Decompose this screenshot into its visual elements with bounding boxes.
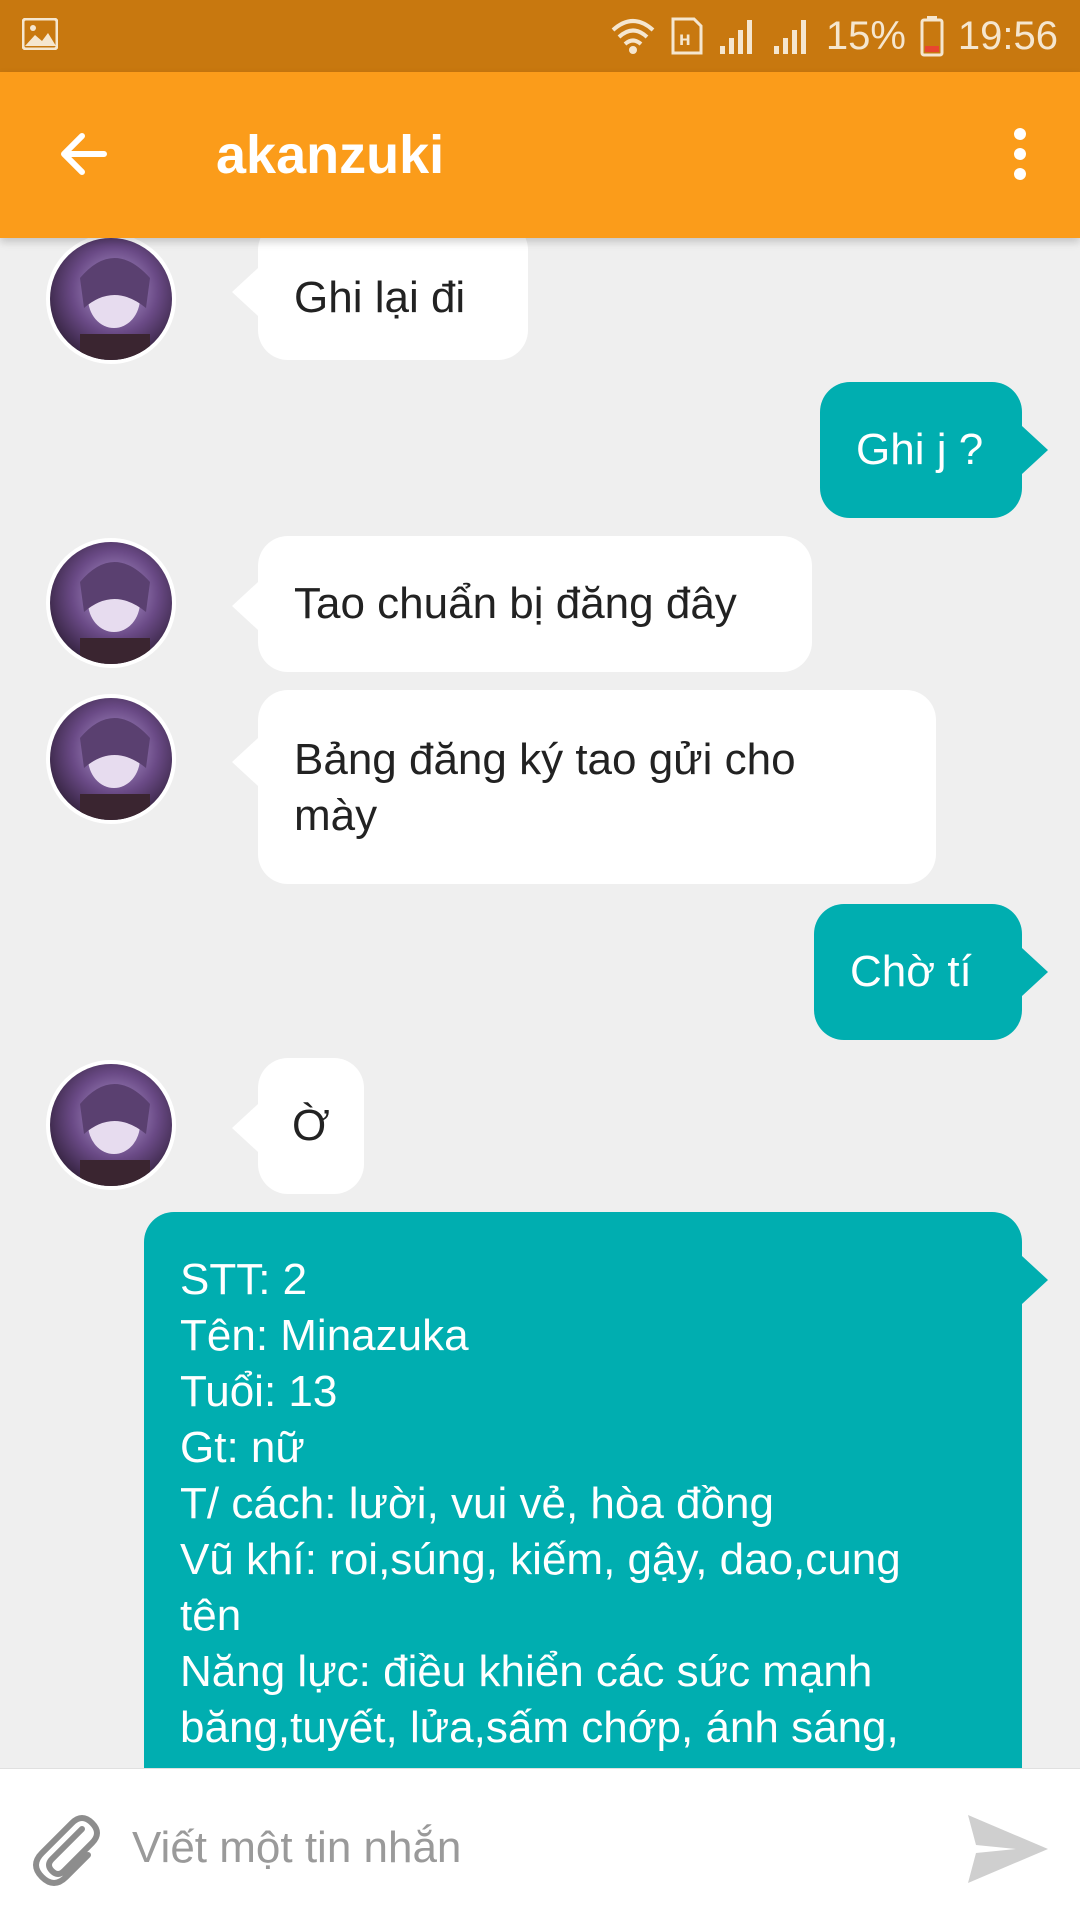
message-list[interactable]: Ghi lại đi Ghi j ? Tao chuẩn bị đăng đây… [0, 238, 1080, 1768]
chat-title: akanzuki [216, 125, 445, 185]
message-text: Tao chuẩn bị đăng đây [294, 579, 737, 628]
bubble-tail [232, 268, 258, 316]
message-text: Chờ tí [850, 947, 972, 996]
wifi-icon [611, 19, 655, 54]
bubble-tail [1022, 948, 1048, 996]
message-bubble-incoming[interactable]: Bảng đăng ký tao gửi cho mày [258, 690, 936, 884]
svg-text:H: H [679, 33, 691, 49]
message-text: Bảng đăng ký tao gửi cho mày [294, 735, 796, 840]
send-icon[interactable] [964, 1811, 1050, 1887]
message-bubble-outgoing[interactable]: Chờ tí [814, 904, 1022, 1040]
avatar[interactable] [46, 1060, 176, 1190]
bubble-tail [1022, 1256, 1048, 1304]
clock: 19:56 [957, 13, 1058, 58]
message-text: STT: 2 Tên: Minazuka Tuổi: 13 Gt: nữ T/ … [180, 1255, 901, 1752]
message-bubble-incoming[interactable]: Ghi lại đi [258, 238, 528, 360]
avatar[interactable] [46, 538, 176, 668]
message-text: Ghi j ? [856, 425, 984, 474]
message-bubble-outgoing[interactable]: Ghi j ? [820, 382, 1022, 518]
message-bubble-incoming[interactable]: Tao chuẩn bị đăng đây [258, 536, 812, 672]
image-icon [22, 18, 58, 50]
message-bubble-outgoing[interactable]: STT: 2 Tên: Minazuka Tuổi: 13 Gt: nữ T/ … [144, 1212, 1022, 1768]
message-bubble-incoming[interactable]: Ờ [258, 1058, 364, 1194]
signal-icon [773, 20, 806, 54]
app-bar: akanzuki [0, 72, 1080, 238]
message-composer [0, 1768, 1080, 1921]
arrow-left-icon[interactable] [52, 122, 116, 186]
bubble-tail [1022, 426, 1048, 474]
message-text: Ờ [292, 1101, 330, 1150]
bubble-tail [232, 582, 258, 630]
avatar[interactable] [46, 694, 176, 824]
paperclip-icon[interactable] [26, 1809, 106, 1889]
status-bar: H 15% 19:56 [0, 0, 1080, 72]
bubble-tail [232, 1104, 258, 1152]
battery-icon [920, 16, 944, 57]
avatar[interactable] [46, 238, 176, 364]
signal-icon [719, 20, 752, 54]
message-input[interactable] [130, 1805, 914, 1891]
sim-icon: H [671, 17, 703, 55]
more-vertical-icon[interactable] [990, 122, 1050, 186]
battery-percent: 15% [825, 13, 906, 58]
message-text: Ghi lại đi [294, 273, 466, 322]
bubble-tail [232, 738, 258, 786]
